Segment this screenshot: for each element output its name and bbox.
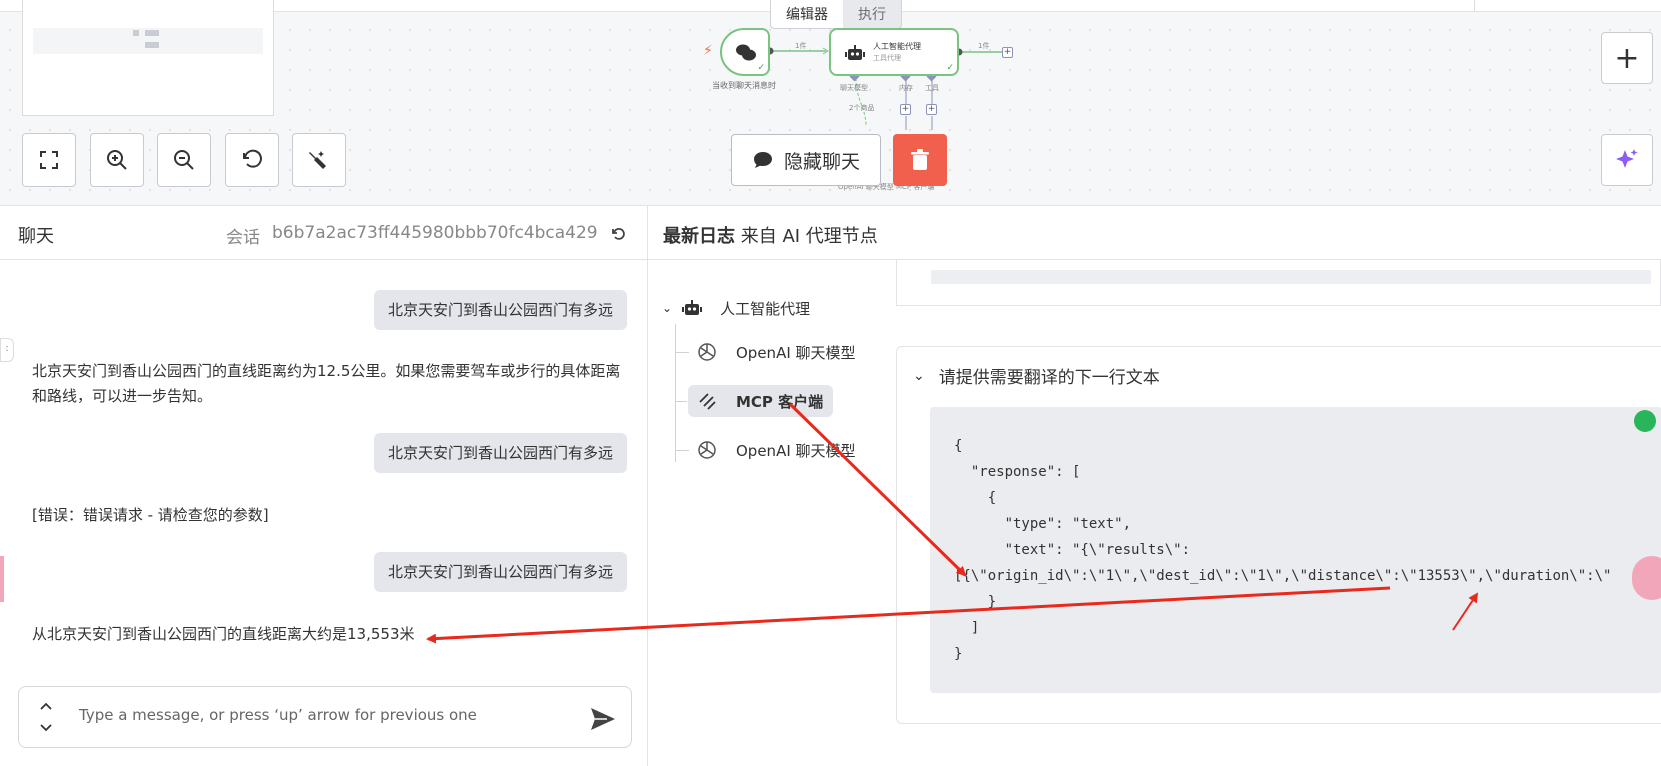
chat-message-bot: 从北京天安门到香山公园西门的直线距离大约是13,553米: [32, 625, 415, 643]
sparkle-icon: [1616, 149, 1638, 168]
add-memory-button[interactable]: +: [900, 104, 911, 115]
chat-title: 聊天: [18, 226, 54, 247]
chat-input[interactable]: Type a message, or press ‘up’ arrow for …: [18, 686, 632, 748]
previous-log-entry: [896, 260, 1661, 306]
chat-header: 聊天 会话 b6b7a2ac73ff445980bbb70fc4bca429: [0, 206, 648, 260]
trash-icon: [911, 149, 929, 170]
trigger-bolt-icon: ⚡: [703, 43, 713, 59]
sub-edge-label: 2个商品: [849, 104, 875, 112]
chat-bubble-icon: [753, 152, 772, 168]
agent-node-title: 人工智能代理: [873, 42, 921, 51]
workflow-canvas[interactable]: 编辑器 执行 ⚡ ✓ 当收到聊天消息时 1件 人工智能代理 工具代理 ✓ 1件 …: [0, 0, 1661, 206]
success-check-icon: ✓: [946, 63, 954, 73]
json-output: { "response": [ { "type": "text", "text"…: [930, 407, 1661, 693]
hide-chat-label: 隐藏聊天: [783, 150, 860, 173]
ai-agent-node[interactable]: 人工智能代理 工具代理 ✓: [829, 28, 959, 76]
port-label-tool: 工具: [925, 84, 939, 92]
tree-item-mcp-client[interactable]: MCP 客户端: [688, 385, 834, 417]
tree-item-label: MCP 客户端: [736, 392, 824, 411]
send-icon[interactable]: [589, 705, 617, 733]
chat-message-bot: 北京天安门到香山公园西门的直线距离约为12.5公里。如果您需要驾车或步行的具体距…: [32, 362, 621, 405]
tree-item-label: OpenAI 聊天模型: [736, 441, 856, 460]
tree-connector: [675, 352, 689, 353]
trigger-node-label: 当收到聊天消息时: [712, 81, 776, 90]
tree-item-label: 人工智能代理: [720, 299, 811, 318]
add-node-button[interactable]: +: [1601, 32, 1653, 84]
port-label-chat-model: 聊天模型: [840, 84, 868, 92]
history-up-icon[interactable]: [39, 701, 53, 711]
robot-icon: [682, 300, 703, 315]
tree-connector: [675, 450, 689, 451]
tree-item-openai-chat-model-2[interactable]: OpenAI 聊天模型: [696, 436, 856, 464]
session-label: 会话: [226, 228, 260, 248]
history-down-icon[interactable]: [39, 723, 53, 733]
collapse-handle[interactable]: :: [0, 338, 14, 362]
tree-item-openai-chat-model[interactable]: OpenAI 聊天模型: [696, 338, 856, 366]
session-id: b6b7a2ac73ff445980bbb70fc4bca429: [272, 223, 598, 243]
logs-pane: 最新日志 来自 AI 代理节点 ⌄ 人工智能代理 OpenAI 聊天模型 MCP…: [648, 206, 1661, 766]
reset-session-icon[interactable]: [610, 226, 626, 242]
ai-assistant-button[interactable]: [1601, 134, 1653, 186]
mcp-icon: [699, 393, 716, 410]
tree-connector: [675, 324, 676, 462]
openai-icon: [698, 343, 716, 361]
logs-header: 最新日志 来自 AI 代理节点: [648, 206, 1661, 260]
agent-node-subtitle: 工具代理: [873, 54, 901, 62]
chat-message-user: 北京天安门到香山公园西门有多远: [373, 433, 627, 473]
tree-item-ai-agent[interactable]: ⌄ 人工智能代理: [662, 294, 810, 322]
logs-title: 最新日志 来自 AI 代理节点: [663, 222, 878, 248]
edge-decoration: [0, 556, 4, 602]
tree-connector: [675, 401, 687, 402]
json-output-text: { "response": [ { "type": "text", "text"…: [954, 438, 1612, 662]
edge-label-in: 1件: [795, 42, 807, 50]
logs-title-rest: 来自 AI 代理节点: [735, 226, 878, 247]
copy-icon[interactable]: [1634, 410, 1656, 432]
chevron-down-icon: ⌄: [913, 367, 925, 384]
plus-icon: +: [1614, 40, 1640, 76]
openai-icon: [698, 441, 716, 459]
chat-message-user: 北京天安门到香山公园西门有多远: [373, 290, 627, 330]
add-tool-button[interactable]: +: [926, 104, 937, 115]
port-label-memory: 内存: [899, 84, 913, 92]
chat-message-bot: [错误：错误请求 - 请检查您的参数]: [32, 506, 269, 524]
robot-icon: [845, 45, 865, 60]
chat-trigger-node[interactable]: ✓: [720, 28, 770, 76]
chat-pane: 聊天 会话 b6b7a2ac73ff445980bbb70fc4bca429 北…: [0, 206, 648, 766]
success-check-icon: ✓: [757, 63, 765, 73]
add-next-node-button[interactable]: +: [1002, 47, 1013, 58]
hide-chat-button[interactable]: 隐藏聊天: [731, 134, 881, 186]
floating-widget[interactable]: [1632, 556, 1661, 600]
log-detail-header[interactable]: ⌄ 请提供需要翻译的下一行文本: [913, 363, 1160, 389]
chevron-down-icon: ⌄: [662, 301, 673, 315]
delete-button[interactable]: [893, 134, 947, 186]
chat-input-placeholder: Type a message, or press ‘up’ arrow for …: [79, 706, 477, 724]
log-detail-title: 请提供需要翻译的下一行文本: [938, 368, 1160, 388]
tree-item-label: OpenAI 聊天模型: [736, 343, 856, 362]
chat-message-user: 北京天安门到香山公园西门有多远: [373, 552, 627, 592]
logs-title-bold: 最新日志: [663, 226, 735, 247]
log-detail-card: ⌄ 请提供需要翻译的下一行文本 { "response": [ { "type"…: [896, 346, 1661, 724]
edge-label-out: 1件: [978, 42, 990, 50]
chat-bubbles-icon: [736, 44, 756, 61]
